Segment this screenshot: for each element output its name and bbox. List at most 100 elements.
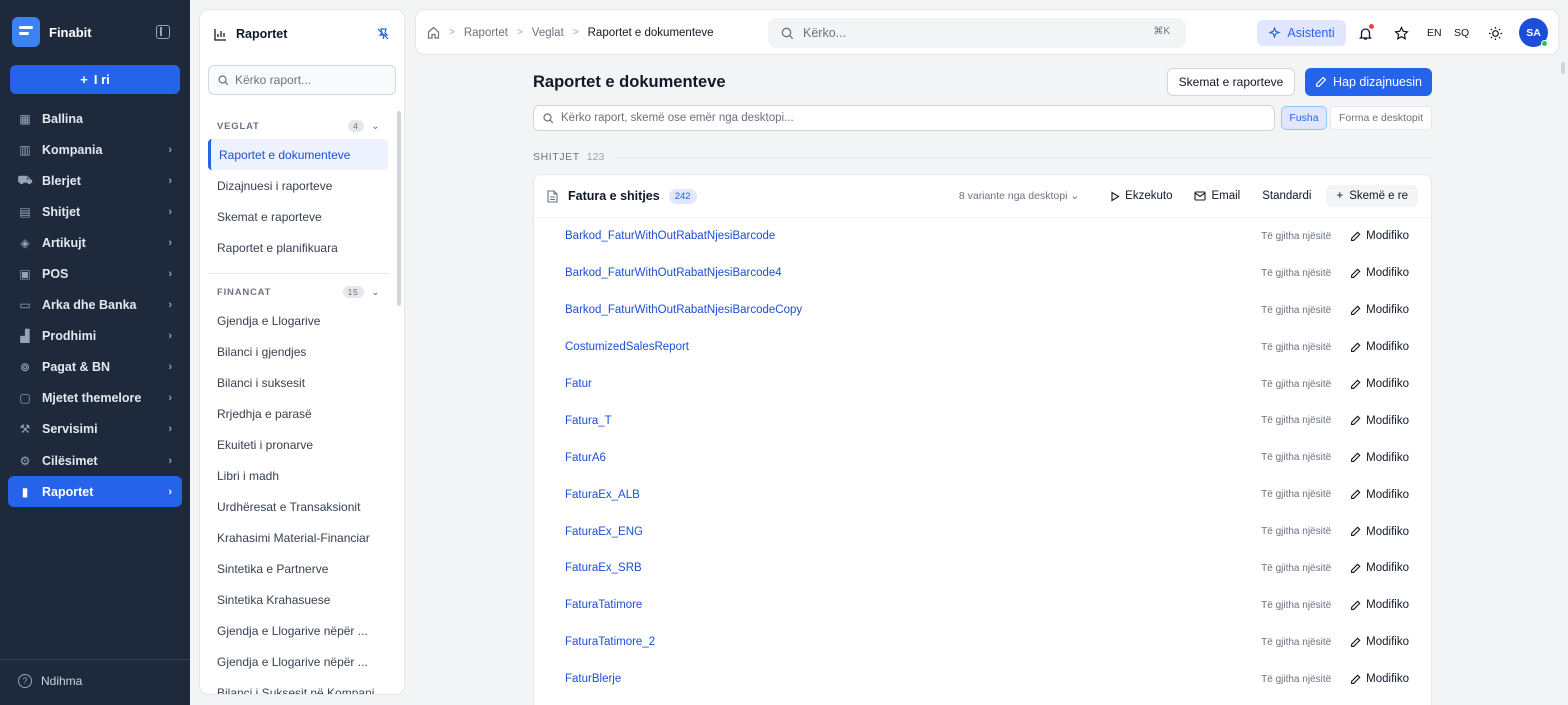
- sidebar-item-kompania[interactable]: ▥ Kompania ›: [8, 134, 182, 165]
- report-item[interactable]: Gjendja e Llogarive nëpër ...: [200, 615, 404, 646]
- report-link[interactable]: Barkod_FaturWithOutRabatNjesiBarcode: [565, 230, 1261, 242]
- report-link[interactable]: Fatur: [565, 378, 1261, 390]
- standard-button[interactable]: Standardi: [1251, 190, 1322, 202]
- box-icon: ◈: [20, 235, 30, 250]
- edit-button[interactable]: Modifiko: [1350, 562, 1409, 574]
- lang-en[interactable]: EN: [1427, 27, 1442, 39]
- report-item[interactable]: Bilanci i Suksesit në Kompani: [200, 677, 404, 695]
- open-designer-button[interactable]: Hap dizajnuesin: [1305, 68, 1432, 96]
- edit-button[interactable]: Modifiko: [1350, 304, 1409, 316]
- report-link[interactable]: Fatura_T: [565, 415, 1261, 427]
- sidebar-item-shitjet[interactable]: ▤ Shitjet ›: [8, 196, 182, 227]
- edit-button[interactable]: Modifiko: [1350, 341, 1409, 353]
- report-schemes-button[interactable]: Skemat e raporteve: [1167, 68, 1295, 96]
- main-scrollbar[interactable]: [1561, 62, 1565, 74]
- report-search[interactable]: [208, 65, 396, 95]
- report-item[interactable]: Bilanci i suksesit: [200, 367, 404, 398]
- edit-button[interactable]: Modifiko: [1350, 267, 1409, 279]
- report-link[interactable]: FaturaTatimore_2: [565, 636, 1261, 648]
- sidebar-item-blerjet[interactable]: ⛟ Blerjet ›: [8, 165, 182, 196]
- notifications-button[interactable]: [1356, 24, 1374, 42]
- report-item[interactable]: Bilanci i gjendjes: [200, 336, 404, 367]
- sidebar-item-raportet[interactable]: ▮ Raportet ›: [8, 476, 182, 508]
- global-search[interactable]: ⌘K: [768, 18, 1186, 48]
- favorites-button[interactable]: [1392, 24, 1410, 42]
- section-header-veglat[interactable]: VEGLAT 4 ⌄: [200, 118, 404, 134]
- report-link[interactable]: FaturBlerje: [565, 673, 1261, 685]
- section-header-financat[interactable]: FINANCAT 15 ⌄: [200, 284, 404, 300]
- report-item[interactable]: Krahasimi Material-Financiar: [200, 522, 404, 553]
- breadcrumb-separator: >: [572, 27, 579, 38]
- email-button[interactable]: Email: [1183, 190, 1251, 202]
- report-item[interactable]: Dizajnuesi i raporteve: [200, 170, 404, 201]
- new-button[interactable]: + I ri: [10, 65, 180, 94]
- report-item[interactable]: Sintetika Krahasuese: [200, 584, 404, 615]
- report-link[interactable]: FaturA6: [565, 452, 1261, 464]
- segment-fields[interactable]: Fusha: [1281, 106, 1327, 130]
- pencil-icon: [1351, 526, 1361, 537]
- report-link[interactable]: FaturaTatimore: [565, 599, 1261, 611]
- report-link[interactable]: FaturaEx_ENG: [565, 526, 1261, 538]
- unpin-icon[interactable]: [376, 27, 390, 41]
- report-item[interactable]: Libri i madh: [200, 460, 404, 491]
- report-link[interactable]: Barkod_FaturWithOutRabatNjesiBarcodeCopy: [565, 304, 1261, 316]
- report-item[interactable]: Urdhëresat e Transaksionit: [200, 491, 404, 522]
- assistant-button[interactable]: Asistenti: [1257, 20, 1346, 46]
- brand[interactable]: Finabit: [12, 16, 92, 48]
- sidebar-item-label: Pagat & BN: [42, 360, 111, 375]
- theme-toggle[interactable]: [1486, 24, 1504, 42]
- edit-button[interactable]: Modifiko: [1350, 673, 1409, 685]
- edit-button[interactable]: Modifiko: [1350, 230, 1409, 242]
- edit-button[interactable]: Modifiko: [1350, 526, 1409, 538]
- segment-desktop-form[interactable]: Forma e desktopit: [1330, 106, 1432, 130]
- lang-sq[interactable]: SQ: [1454, 27, 1469, 39]
- report-link[interactable]: CostumizedSalesReport: [565, 341, 1261, 353]
- report-filter-search[interactable]: [533, 105, 1275, 131]
- sidebar-item-mjetet-themelore[interactable]: ▢ Mjetet themelore ›: [8, 383, 182, 414]
- report-search-input[interactable]: [235, 73, 385, 87]
- edit-button[interactable]: Modifiko: [1350, 636, 1409, 648]
- report-link[interactable]: Barkod_FaturWithOutRabatNjesiBarcode4: [565, 267, 1261, 279]
- sidebar-item-prodhimi[interactable]: ▟ Prodhimi ›: [8, 321, 182, 352]
- breadcrumb-veglat[interactable]: Veglat: [532, 27, 564, 39]
- sidebar-item-pos[interactable]: ▣ POS ›: [8, 258, 182, 289]
- sidebar-item-servisimi[interactable]: ⚒ Servisimi ›: [8, 414, 182, 445]
- report-item[interactable]: Gjendja e Llogarive: [200, 305, 404, 336]
- report-item[interactable]: Ekuiteti i pronarve: [200, 429, 404, 460]
- sidebar-item-label: Kompania: [42, 142, 103, 157]
- global-search-input[interactable]: [803, 26, 1133, 40]
- sidebar-item-pagat-bn[interactable]: ⊚ Pagat & BN ›: [8, 352, 182, 383]
- sidebar-item-artikujt[interactable]: ◈ Artikujt ›: [8, 227, 182, 258]
- breadcrumb-separator: >: [516, 27, 523, 38]
- report-item[interactable]: Rrjedhja e parasë: [200, 398, 404, 429]
- help-link[interactable]: ? Ndihma: [18, 674, 82, 688]
- sidebar-item-arka-dhe-banka[interactable]: ▭ Arka dhe Banka ›: [8, 290, 182, 321]
- report-link[interactable]: FaturaEx_SRB: [565, 562, 1261, 574]
- edit-button[interactable]: Modifiko: [1350, 599, 1409, 611]
- report-filter-input[interactable]: [561, 112, 1261, 124]
- search-icon: [218, 74, 229, 85]
- report-item[interactable]: Raportet e planifikuara: [200, 232, 404, 263]
- monitor-icon: ▢: [19, 391, 31, 406]
- edit-button[interactable]: Modifiko: [1350, 452, 1409, 464]
- report-item[interactable]: Skemat e raporteve: [200, 201, 404, 232]
- edit-button[interactable]: Modifiko: [1350, 378, 1409, 390]
- sidebar-item-label: Arka dhe Banka: [42, 298, 137, 313]
- breadcrumb-raportet[interactable]: Raportet: [464, 27, 508, 39]
- report-item[interactable]: Sintetika e Partnerve: [200, 553, 404, 584]
- report-link[interactable]: FaturaEx_ALB: [565, 489, 1261, 501]
- run-button[interactable]: Ekzekuto: [1099, 190, 1183, 202]
- report-item[interactable]: Gjendja e Llogarive nëpër ...: [200, 646, 404, 677]
- variants-dropdown[interactable]: 8 variante nga desktopi ⌄: [959, 190, 1079, 202]
- sidebar-item-ballina[interactable]: ▦ Ballina: [8, 103, 182, 134]
- sidebar-item-cil-simet[interactable]: ⚙ Cilësimet ›: [8, 445, 182, 476]
- report-item[interactable]: Raportet e dokumenteve: [208, 139, 388, 170]
- section-divider: [208, 273, 389, 274]
- open-designer-label: Hap dizajnuesin: [1333, 75, 1422, 89]
- edit-button[interactable]: Modifiko: [1350, 415, 1409, 427]
- reports-scrollbar[interactable]: [397, 111, 401, 306]
- new-scheme-button[interactable]: + Skemë e re: [1326, 185, 1418, 207]
- collapse-sidebar-icon[interactable]: [156, 25, 170, 39]
- edit-button[interactable]: Modifiko: [1350, 489, 1409, 501]
- home-icon[interactable]: [427, 26, 440, 39]
